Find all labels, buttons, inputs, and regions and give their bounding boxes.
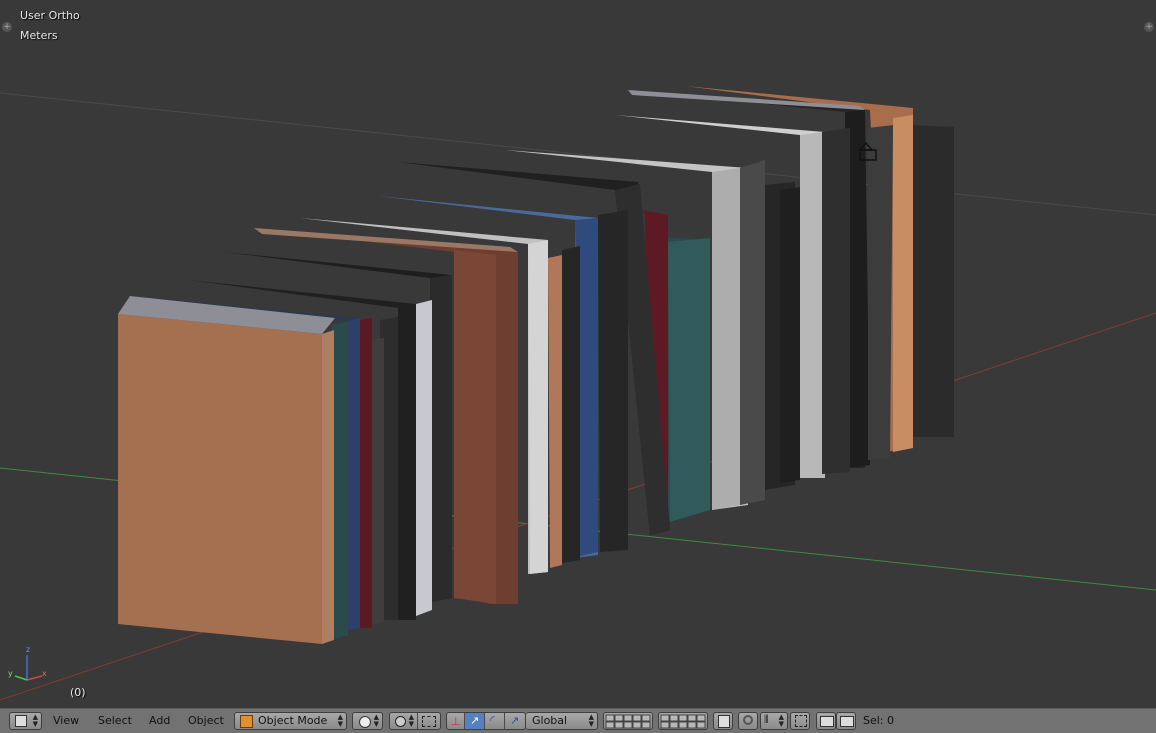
orientation-select[interactable]: Global ▲ ▼: [526, 712, 598, 730]
snap-increment-icon: ⫴: [764, 713, 769, 726]
rotate-icon: ◜: [490, 713, 495, 727]
proportional-edit-button[interactable]: [738, 712, 758, 730]
cube-icon: [15, 715, 27, 727]
book: [668, 238, 710, 522]
solid-shading-icon: [359, 716, 371, 728]
view-name: User Ortho: [20, 9, 80, 22]
viewport-header: ▲ ▼ View Select Add Object Object Mode ▲ ▼…: [0, 708, 1156, 733]
chevron-updown-icon: ▲ ▼: [32, 713, 38, 728]
book: [598, 210, 628, 552]
frame-number: (0): [70, 686, 86, 699]
book: [322, 330, 334, 644]
book: [416, 300, 432, 616]
book: [822, 128, 850, 474]
axis-gizmo-icon: z y x: [8, 645, 47, 681]
3d-viewport[interactable]: z y x + + User Ortho Meters (0): [0, 0, 1156, 708]
manipulator-toggle[interactable]: ⊥: [447, 713, 465, 729]
manipulator-center-button[interactable]: [418, 713, 440, 729]
render-image-button[interactable]: [816, 712, 836, 730]
axis-manipulator-icon: ⊥: [451, 715, 461, 728]
orientation-label: Global: [532, 714, 568, 727]
snap-target-icon: [795, 715, 807, 727]
scene-canvas[interactable]: z y x: [0, 0, 1156, 708]
book: [712, 168, 740, 510]
book: [912, 125, 954, 437]
book: [332, 322, 348, 640]
axis-label-y: y: [8, 669, 13, 678]
units-label: Meters: [20, 29, 58, 42]
menu-add[interactable]: Add: [149, 714, 170, 727]
region-plus-icon[interactable]: +: [1144, 22, 1154, 32]
editor-type-button[interactable]: ▲ ▼: [9, 712, 42, 730]
render-animation-button[interactable]: [836, 712, 856, 730]
book: [780, 187, 800, 483]
snap-target-button[interactable]: [790, 712, 810, 730]
axis-label-x: x: [42, 669, 47, 678]
snap-element-select[interactable]: ⫴ ▲ ▼: [760, 712, 788, 730]
scale-icon: ↗: [510, 714, 520, 727]
transform-manipulator-group: ⊥ ↗ ◜ ↗: [446, 712, 526, 730]
center-points-icon: [422, 716, 436, 727]
layers-grid-icon: [660, 714, 706, 729]
pivot-point-button[interactable]: ▲ ▼: [390, 713, 418, 729]
menu-select[interactable]: Select: [98, 714, 132, 727]
grid-line: [0, 92, 1156, 216]
selection-count: Sel: 0: [863, 714, 895, 727]
book: [740, 160, 765, 505]
chevron-updown-icon: ▲ ▼: [588, 713, 594, 728]
rotate-manipulator[interactable]: ◜: [485, 713, 505, 729]
pivot-icon: [395, 716, 406, 727]
layer-lock-icon: [718, 715, 730, 728]
book: [430, 275, 452, 602]
book: [868, 125, 893, 460]
layers-grid-icon: [605, 714, 651, 729]
book: [118, 314, 322, 644]
mode-label: Object Mode: [258, 714, 328, 727]
render-camera-icon: [820, 716, 834, 727]
region-plus-icon[interactable]: +: [2, 22, 12, 32]
chevron-updown-icon: ▲ ▼: [337, 713, 343, 728]
book: [562, 246, 580, 563]
scale-manipulator[interactable]: ↗: [505, 713, 525, 729]
book: [370, 338, 384, 625]
layers-group-2[interactable]: [658, 712, 708, 730]
book: [454, 250, 496, 604]
book: [800, 132, 825, 478]
book: [528, 240, 548, 574]
proportional-edit-icon: [743, 715, 753, 725]
mode-select[interactable]: Object Mode ▲ ▼: [234, 712, 347, 730]
book: [360, 318, 372, 628]
object-mode-icon: [240, 715, 253, 728]
pivot-snap-group: ▲ ▼: [389, 712, 441, 730]
menu-object[interactable]: Object: [188, 714, 224, 727]
translate-manipulator[interactable]: ↗: [465, 713, 485, 729]
chevron-updown-icon: ▲ ▼: [373, 713, 379, 728]
book: [254, 228, 518, 252]
layers-group-1[interactable]: [603, 712, 653, 730]
layer-lock-button[interactable]: [713, 712, 733, 730]
axis-label-z: z: [26, 645, 30, 654]
chevron-updown-icon: ▲ ▼: [778, 713, 784, 728]
clapperboard-icon: [840, 716, 854, 727]
book: [548, 255, 562, 568]
arrow-icon: ↗: [470, 714, 480, 727]
book: [893, 115, 913, 452]
menu-view[interactable]: View: [53, 714, 79, 727]
viewport-shading-select[interactable]: ▲ ▼: [352, 712, 383, 730]
chevron-updown-icon: ▲ ▼: [408, 713, 414, 728]
